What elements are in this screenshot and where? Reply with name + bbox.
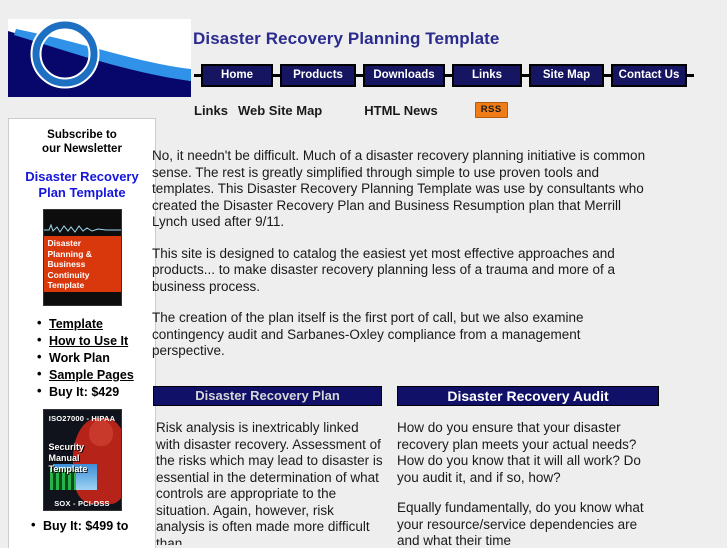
cover-line-3: Business [47,259,86,269]
nav-connector [273,74,280,77]
column-right: How do you ensure that your disaster rec… [397,420,659,545]
nav-connector [356,74,363,77]
nav-item-site-map[interactable]: Site Map [529,64,604,87]
subscribe-line-1: Subscribe to [47,129,117,141]
page-title: Disaster Recovery Planning Template [193,29,500,48]
waveform-icon [43,223,121,233]
cover-line-1: Disaster [47,238,82,248]
sidebar-product-links-2: Buy It: $499 to [9,517,155,534]
cover-line-2: Planning & [47,248,92,259]
page-root: Disaster Recovery Planning Template Home… [0,0,727,548]
cover2-line-2: Manual [48,453,80,463]
subscribe-line-2: our Newsletter [42,143,122,155]
cover2-line-3: Template [48,464,88,474]
column-left: Risk analysis is inextricably linked wit… [156,420,384,545]
nav-connector [522,74,529,77]
primary-nav: Home Products Downloads Links Site Map C… [194,64,694,87]
intro-paragraph-1: No, it needn't be difficult. Much of a d… [152,148,646,229]
column-right-paragraph-1: How do you ensure that your disaster rec… [397,420,641,485]
cover-line-4: Continuity [47,269,90,280]
cover2-title-text: Security Manual Template [49,442,88,475]
cover2-line-1: Security [48,442,85,452]
two-column-section: Risk analysis is inextricably linked wit… [153,420,727,545]
intro-paragraph-2: This site is designed to catalog the eas… [152,245,615,294]
promo-title-line-2[interactable]: Plan Template [38,185,125,200]
list-item: Buy It: $499 to [31,517,155,534]
product-cover-security-manual[interactable]: ISO27000 - HIPAA Security Manual Templat… [42,409,122,511]
sidebar: Subscribe to our Newsletter Disaster Rec… [8,118,156,548]
column-right-paragraph-2: Equally fundamentally, do you know what … [397,500,644,545]
logo-swoosh-circle-icon [8,19,191,97]
secondary-nav: Links Web Site Map HTML News RSS [194,102,508,118]
sidebar-link-template[interactable]: Template [49,317,103,331]
site-logo[interactable] [8,19,191,97]
nav-item-contact-us[interactable]: Contact Us [611,64,687,87]
sidebar-product-links: Template How to Use It Work Plan Sample … [9,315,155,400]
cover-line-5: Template [47,280,85,290]
sidebar-promo-title: Disaster Recovery Plan Template [9,169,155,201]
cover2-bottom-text: SOX - PCI-DSS [54,499,110,508]
sidebar-link-buy-it-499[interactable]: Buy It: $499 to [43,519,128,533]
nav-item-products[interactable]: Products [280,64,356,87]
promo-title-line-1[interactable]: Disaster Recovery [25,169,138,184]
cover-person-head [88,420,113,446]
nav-connector [604,74,611,77]
main-content: No, it needn't be difficult. Much of a d… [152,148,727,375]
subnav-item-web-site-map[interactable]: Web Site Map [238,103,322,118]
sidebar-link-how-to-use-it[interactable]: How to Use It [49,334,128,348]
nav-connector [687,74,694,77]
nav-item-home[interactable]: Home [201,64,273,87]
cover-title-text: Disaster Planning & Business Continuity … [48,238,92,291]
intro-paragraph-3: The creation of the plan itself is the f… [152,310,584,358]
product-cover-drp-template[interactable]: Disaster Planning & Business Continuity … [42,209,122,306]
column-headings: Disaster Recovery Plan Disaster Recovery… [153,386,727,408]
list-item: Template [37,315,155,332]
site-header: Disaster Recovery Planning Template Home… [0,0,727,132]
list-item: Buy It: $429 [37,383,155,400]
list-item: Work Plan [37,349,155,366]
sidebar-link-sample-pages[interactable]: Sample Pages [49,368,134,382]
sidebar-link-buy-it-429[interactable]: Buy It: $429 [49,385,119,399]
cover-bottom-band [43,292,121,305]
subnav-item-html-news[interactable]: HTML News [364,103,437,118]
cover2-top-text: ISO27000 - HIPAA [48,414,116,423]
rss-feed-icon[interactable]: RSS [474,102,508,118]
newsletter-subscribe-box[interactable]: Subscribe to our Newsletter [9,128,155,156]
sidebar-link-work-plan[interactable]: Work Plan [49,351,110,365]
list-item: How to Use It [37,332,155,349]
column-left-paragraph: Risk analysis is inextricably linked wit… [156,420,383,545]
list-item: Sample Pages [37,366,155,383]
nav-item-links[interactable]: Links [452,64,522,87]
nav-item-downloads[interactable]: Downloads [363,64,445,87]
subnav-item-links[interactable]: Links [194,103,228,118]
column-heading-disaster-recovery-plan[interactable]: Disaster Recovery Plan [153,386,382,406]
nav-connector [445,74,452,77]
nav-connector [194,74,201,77]
column-heading-disaster-recovery-audit[interactable]: Disaster Recovery Audit [397,386,659,406]
